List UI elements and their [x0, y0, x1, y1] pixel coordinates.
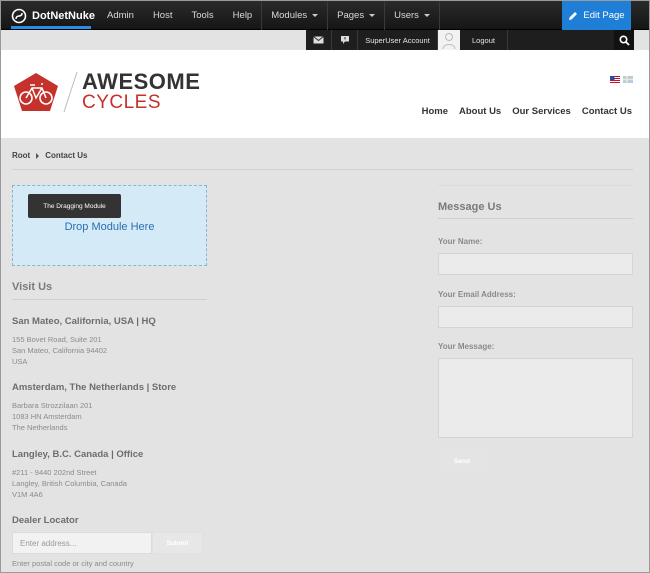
chevron-down-icon — [423, 14, 430, 17]
address-line: V1M 4A6 — [12, 490, 43, 499]
logo-text: DotNetNuke — [32, 10, 95, 22]
bicycle-logo-icon — [14, 73, 58, 111]
menu-item-admin[interactable]: Admin — [97, 1, 143, 30]
location-name: Amsterdam, The Netherlands | Store — [12, 382, 177, 393]
divider — [438, 218, 633, 219]
menu-label: Users — [394, 10, 419, 21]
message-heading: Message Us — [438, 201, 502, 213]
nav-our-services[interactable]: Our Services — [512, 106, 571, 117]
divider — [12, 169, 633, 170]
menu-item-help[interactable]: Help — [223, 1, 262, 30]
brand-line-1: AWESOME — [82, 69, 201, 94]
menu-item-users[interactable]: Users — [384, 1, 440, 30]
menu-label: Modules — [271, 10, 308, 21]
logo-divider — [63, 72, 78, 112]
chevron-right-icon — [36, 152, 40, 159]
dealer-submit-button[interactable]: Submit — [152, 532, 203, 554]
name-field[interactable] — [438, 253, 633, 275]
us-flag-icon[interactable] — [610, 76, 620, 83]
location-name: San Mateo, California, USA | HQ — [12, 316, 156, 327]
dealer-address-placeholder: Enter address... — [20, 538, 77, 548]
browser-frame: DotNetNuke Admin Host Tools Help Modules… — [0, 0, 650, 573]
chevron-down-icon — [312, 14, 319, 17]
location-amsterdam: Amsterdam, The Netherlands | Store Barba… — [12, 382, 176, 433]
pencil-icon — [569, 11, 578, 20]
menu-label: Host — [152, 10, 173, 21]
address-line: Barbara Strozzilaan 201 — [12, 401, 93, 410]
module-drop-zone[interactable]: The Dragging Module Drop Module Here — [12, 185, 207, 266]
control-bar: DotNetNuke Admin Host Tools Help Modules… — [1, 1, 649, 30]
user-bar: SuperUser Account Logout — [306, 30, 614, 50]
visit-heading: Visit Us — [12, 281, 53, 293]
envelope-icon — [313, 36, 324, 44]
dragging-module[interactable]: The Dragging Module — [28, 194, 121, 218]
notifications-button[interactable] — [332, 30, 358, 50]
menu-label: Help — [232, 10, 253, 21]
email-label: Your Email Address: — [438, 290, 516, 299]
menu-item-pages[interactable]: Pages — [327, 1, 384, 30]
dealer-submit-label: Submit — [166, 539, 189, 547]
drop-module-label: Drop Module Here — [64, 221, 155, 233]
address-line: 1083 HN Amsterdam — [12, 412, 82, 421]
logout-label: Logout — [472, 35, 495, 45]
dealer-address-input[interactable]: Enter address... — [12, 532, 152, 554]
edit-page-label: Edit Page — [583, 10, 625, 21]
address-line: The Netherlands — [12, 423, 68, 432]
account-link[interactable]: SuperUser Account — [358, 30, 438, 50]
menu-item-modules[interactable]: Modules — [261, 1, 327, 30]
nav-home[interactable]: Home — [422, 106, 448, 117]
location-langley: Langley, B.C. Canada | Office #211 - 944… — [12, 449, 143, 500]
location-name: Langley, B.C. Canada | Office — [12, 449, 144, 460]
language-selector — [610, 76, 633, 83]
speech-bubble-icon — [340, 36, 349, 44]
logo-active-indicator — [11, 26, 91, 29]
dnn-logo[interactable]: DotNetNuke — [11, 7, 95, 25]
site-header: AWESOME CYCLES Home About Us Our Service… — [1, 50, 649, 138]
menu-label: Tools — [191, 10, 214, 21]
avatar[interactable] — [438, 30, 460, 50]
address-line: USA — [12, 357, 28, 366]
menu-item-tools[interactable]: Tools — [181, 1, 222, 30]
breadcrumb-current[interactable]: Contact Us — [45, 151, 87, 160]
divider — [12, 299, 207, 300]
email-field[interactable] — [438, 306, 633, 328]
main-nav: Home About Us Our Services Contact Us — [422, 106, 632, 117]
address-line: #211 - 9440 202nd Street — [12, 468, 97, 477]
send-button[interactable]: Send — [438, 450, 486, 472]
breadcrumb: Root Contact Us — [12, 151, 87, 160]
site-logo[interactable]: AWESOME CYCLES — [12, 71, 200, 113]
account-label: SuperUser Account — [365, 35, 430, 45]
dragging-module-label: The Dragging Module — [43, 202, 106, 210]
address-line: 155 Bovet Road, Suite 201 — [12, 335, 102, 344]
breadcrumb-root[interactable]: Root — [12, 151, 30, 160]
admin-menu: Admin Host Tools Help Modules Pages User… — [97, 1, 440, 30]
search-button[interactable] — [614, 30, 634, 50]
address-line: Langley, British Columbia, Canada — [12, 479, 127, 488]
menu-item-host[interactable]: Host — [143, 1, 182, 30]
avatar-icon — [442, 33, 456, 49]
dnn-logo-icon — [11, 8, 27, 24]
logout-link[interactable]: Logout — [460, 30, 508, 50]
se-flag-icon[interactable] — [623, 76, 633, 83]
message-textarea[interactable] — [438, 358, 633, 438]
message-label: Your Message: — [438, 342, 495, 351]
dealer-hint: Enter postal code or city and country — [12, 559, 134, 568]
edit-page-button[interactable]: Edit Page — [562, 1, 631, 30]
dealer-locator-heading: Dealer Locator — [12, 515, 79, 526]
messages-button[interactable] — [306, 30, 332, 50]
divider — [438, 185, 633, 186]
send-label: Send — [454, 457, 470, 465]
menu-label: Admin — [107, 10, 134, 21]
address-line: San Mateo, California 94402 — [12, 346, 108, 355]
name-label: Your Name: — [438, 237, 483, 246]
nav-about-us[interactable]: About Us — [459, 106, 501, 117]
brand-wordmark: AWESOME CYCLES — [82, 71, 200, 113]
nav-contact-us[interactable]: Contact Us — [582, 106, 632, 117]
search-icon — [618, 34, 630, 46]
menu-label: Pages — [337, 10, 365, 21]
location-san-mateo: San Mateo, California, USA | HQ 155 Bove… — [12, 316, 156, 367]
brand-line-2: CYCLES — [82, 92, 162, 113]
chevron-down-icon — [369, 14, 376, 17]
